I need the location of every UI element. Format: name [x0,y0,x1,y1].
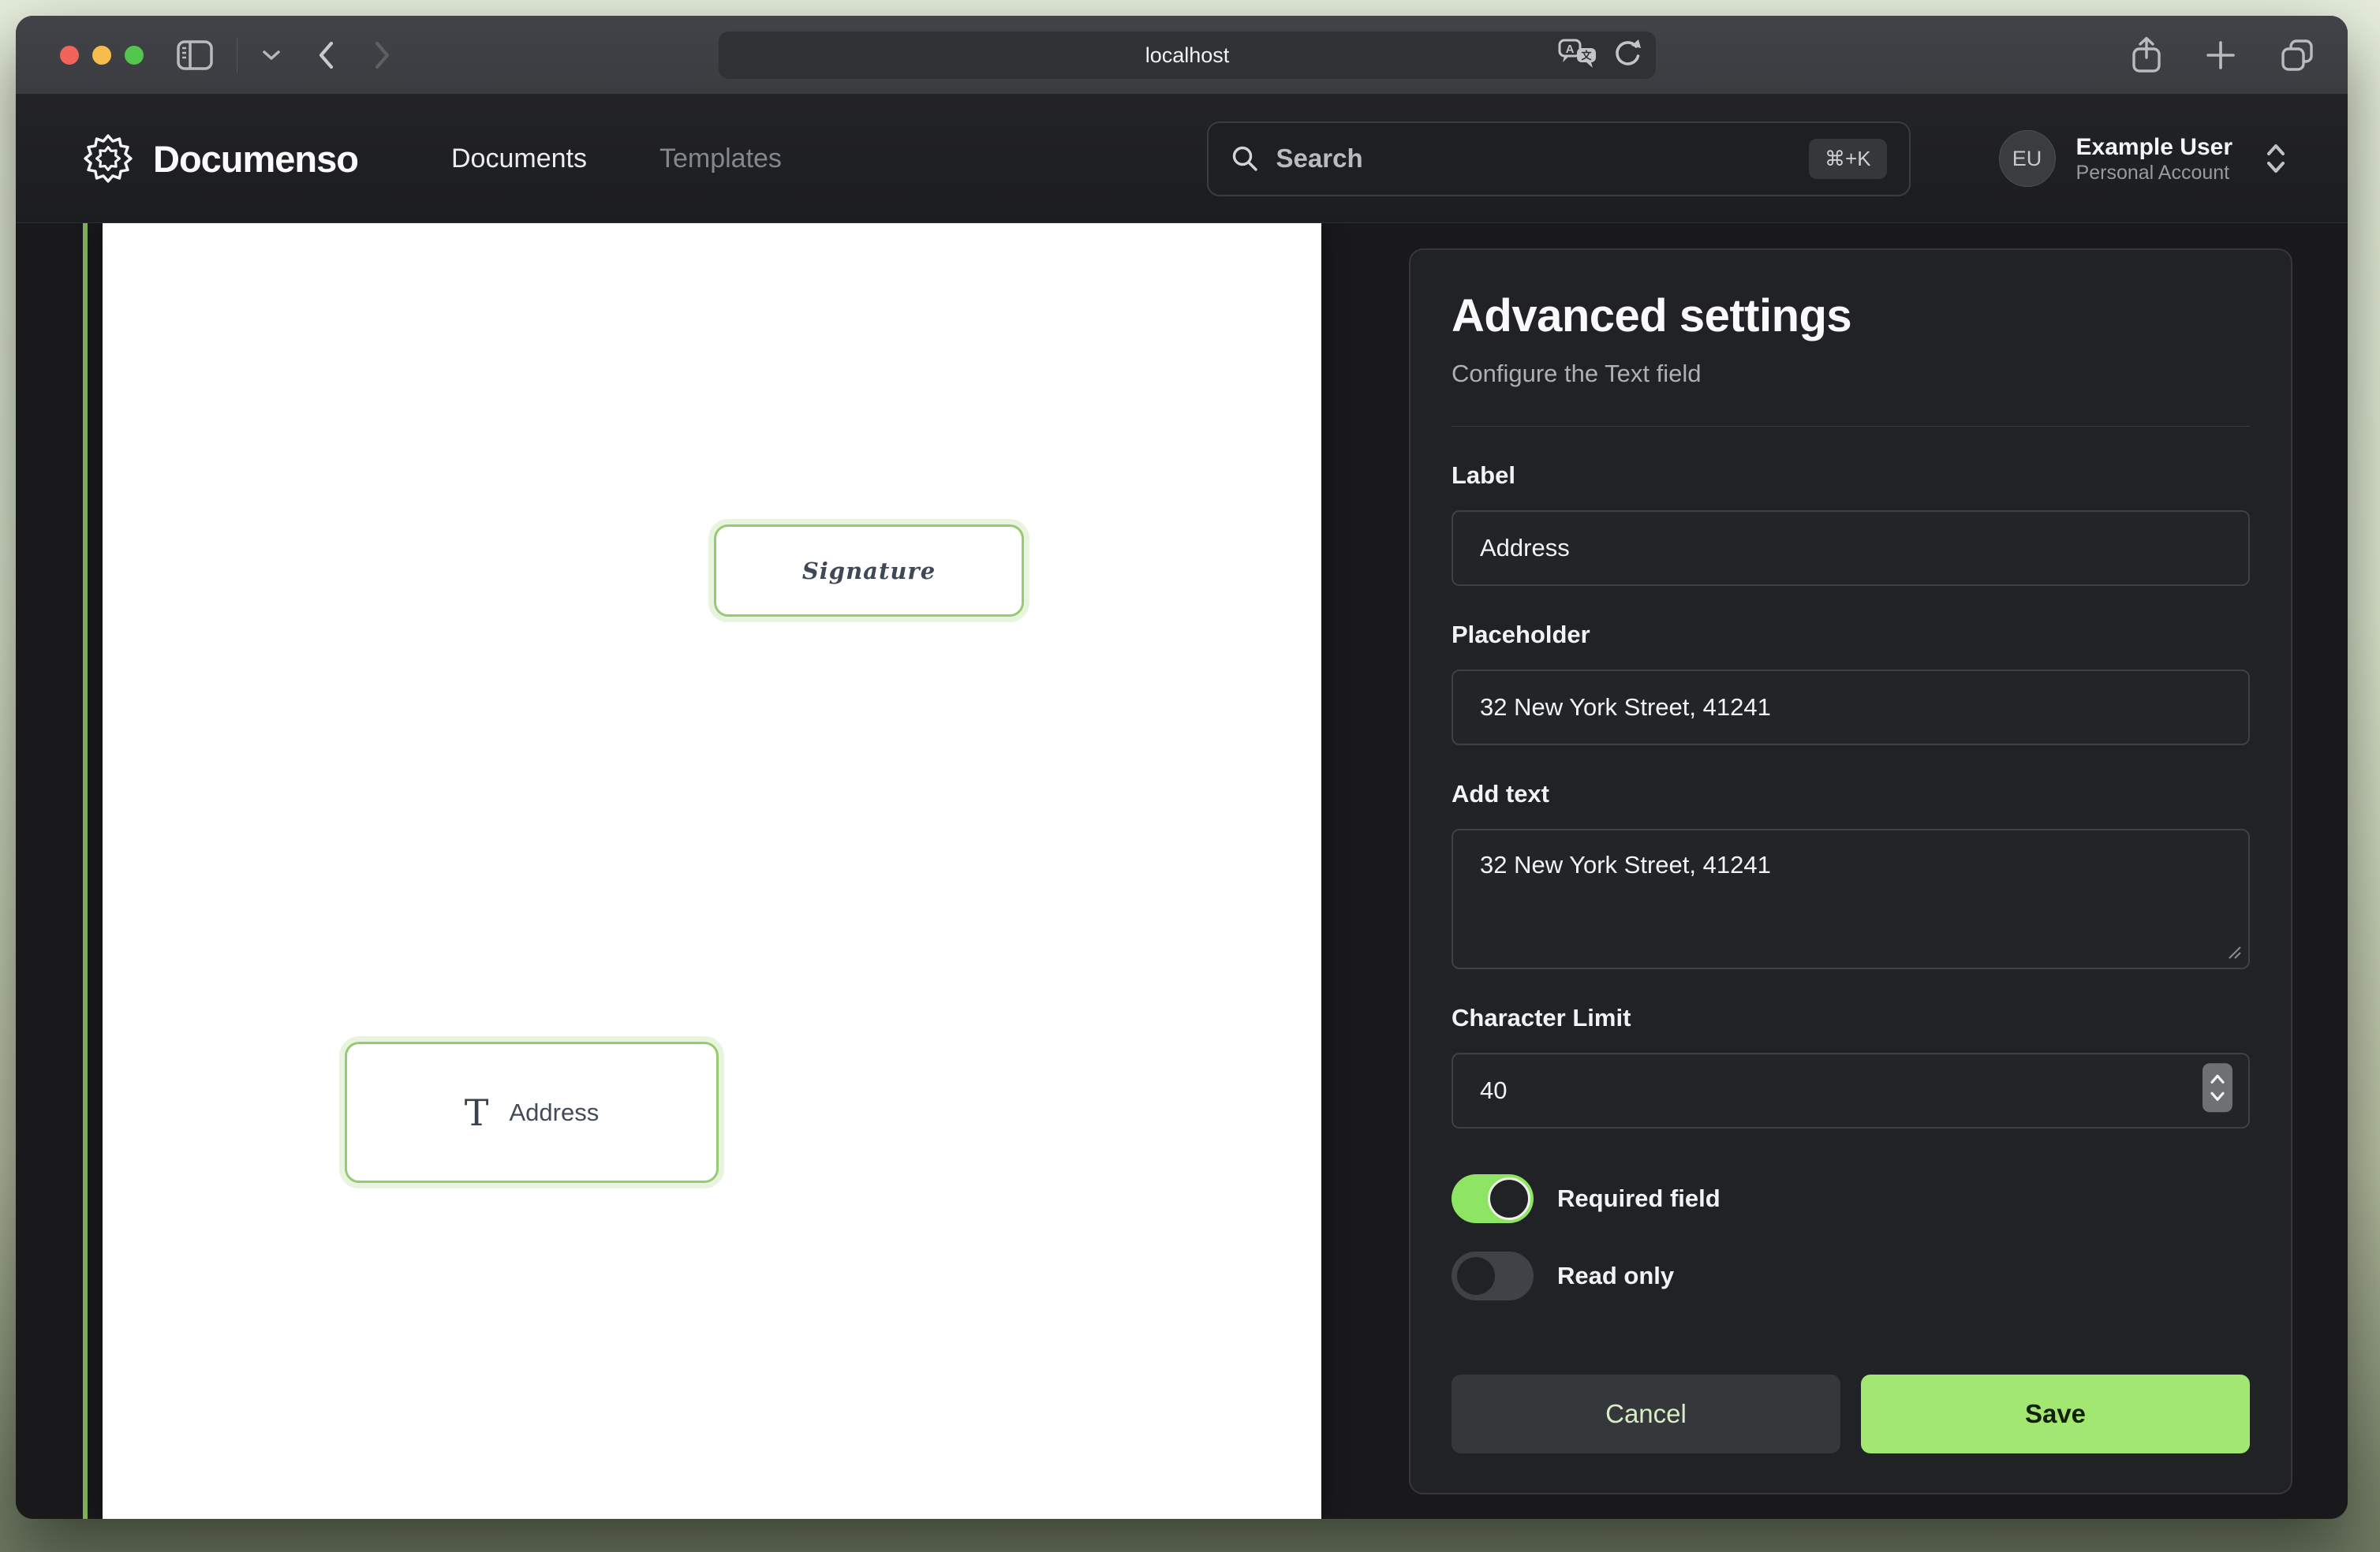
add-text-textarea[interactable]: 32 New York Street, 41241 [1452,829,2250,969]
document-page [103,223,1321,1519]
advanced-settings-panel: Advanced settings Configure the Text fie… [1409,248,2292,1494]
add-text-heading: Add text [1452,780,2250,808]
stepper-up-icon[interactable] [2210,1073,2225,1084]
number-stepper[interactable] [2203,1063,2232,1112]
nav-templates[interactable]: Templates [659,144,782,174]
logo-wordmark: Documenso [153,137,358,181]
minimize-window-button[interactable] [92,46,111,65]
svg-text:文: 文 [1581,50,1592,62]
panel-subtitle: Configure the Text field [1452,360,2250,388]
sidebar-toggle-icon[interactable] [177,39,213,71]
text-field-address[interactable]: T Address [345,1042,719,1183]
text-field-type-icon: T [465,1095,489,1131]
search-icon [1231,144,1259,173]
user-menu[interactable]: EU Example User Personal Account [1999,130,2288,187]
search-placeholder: Search [1276,144,1363,173]
main-content: Signature T Address Advanced settings Co… [16,223,2348,1519]
browser-chrome: localhost A 文 [16,16,2348,95]
text-field-label: Address [509,1099,599,1127]
documenso-seal-icon [82,132,134,185]
address-bar[interactable]: localhost A 文 [718,31,1657,80]
tab-overview-icon[interactable] [2278,36,2316,74]
avatar: EU [1999,130,2056,187]
read-only-row: Read only [1452,1252,2250,1300]
character-limit-heading: Character Limit [1452,1004,2250,1032]
read-only-toggle[interactable] [1452,1252,1534,1300]
search-shortcut-badge: ⌘+K [1809,139,1887,179]
toggle-knob [1455,1255,1497,1297]
share-icon[interactable] [2130,35,2163,75]
search-input[interactable]: Search ⌘+K [1207,121,1911,196]
signature-field-label: Signature [802,558,936,584]
required-field-toggle[interactable] [1452,1174,1534,1223]
tab-overview-chevron-icon[interactable] [261,48,282,62]
label-input[interactable] [1452,510,2250,586]
signature-field[interactable]: Signature [714,524,1024,617]
placeholder-heading: Placeholder [1452,621,2250,649]
main-nav: Documents Templates [451,144,782,174]
window-controls [60,46,144,65]
save-button[interactable]: Save [1861,1375,2250,1453]
translate-icon[interactable]: A 文 [1558,37,1599,74]
user-account-type: Personal Account [2076,162,2232,185]
panel-title: Advanced settings [1452,289,2250,342]
page-indicator-bar [83,223,88,1519]
documenso-logo[interactable]: Documenso [82,132,358,185]
label-heading: Label [1452,461,2250,490]
forward-button[interactable] [373,40,392,70]
svg-text:A: A [1566,43,1575,56]
panel-divider [1452,426,2250,427]
cancel-button[interactable]: Cancel [1452,1375,1840,1453]
url-text: localhost [1145,43,1230,68]
new-tab-icon[interactable] [2204,39,2237,72]
zoom-window-button[interactable] [125,46,144,65]
toggle-knob [1488,1177,1530,1220]
stepper-down-icon[interactable] [2210,1091,2225,1102]
nav-documents[interactable]: Documents [451,144,587,174]
user-name: Example User [2076,132,2232,162]
close-window-button[interactable] [60,46,79,65]
required-field-label: Required field [1557,1185,1721,1213]
browser-window: localhost A 文 [16,16,2348,1519]
placeholder-input[interactable] [1452,670,2250,745]
required-field-row: Required field [1452,1174,2250,1223]
chevron-up-down-icon [2264,142,2288,175]
back-button[interactable] [316,40,335,70]
avatar-initials: EU [2012,147,2042,171]
app-header: Documenso Documents Templates Search ⌘+K… [16,95,2348,223]
character-limit-input[interactable] [1452,1053,2250,1129]
read-only-label: Read only [1557,1262,1674,1290]
reload-icon[interactable] [1612,37,1643,74]
